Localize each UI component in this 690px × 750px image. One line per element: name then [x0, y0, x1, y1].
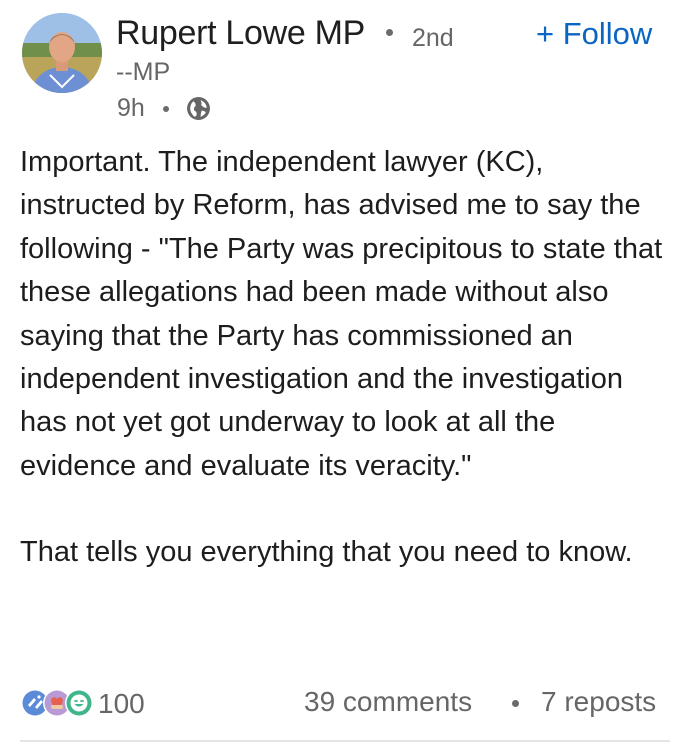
separator-dot [512, 700, 519, 707]
reposts-count-link[interactable]: 7 reposts [541, 686, 656, 718]
post-timestamp: 9h [117, 94, 145, 122]
author-headline: --MP [116, 58, 171, 86]
reaction-count[interactable]: 100 [98, 688, 145, 720]
separator-dot [386, 29, 393, 36]
reaction-icons [20, 686, 100, 722]
post-paragraph: That tells you everything that you need … [20, 536, 633, 569]
divider [20, 740, 670, 742]
connection-degree: 2nd [412, 24, 454, 52]
separator-dot [163, 106, 169, 112]
comments-count-link[interactable]: 39 comments [304, 686, 472, 718]
reactions-summary[interactable]: 100 [20, 686, 145, 722]
author-name[interactable]: Rupert Lowe MP [116, 14, 365, 53]
feed-post: Rupert Lowe MP 2nd + Follow --MP 9h Impo… [0, 0, 690, 750]
funny-icon [65, 689, 93, 717]
author-avatar[interactable] [22, 13, 102, 93]
globe-icon [187, 97, 210, 120]
follow-button[interactable]: + Follow [536, 16, 652, 52]
post-paragraph: Important. The independent lawyer (KC), … [20, 146, 663, 482]
post-body: Important. The independent lawyer (KC), … [20, 141, 670, 575]
